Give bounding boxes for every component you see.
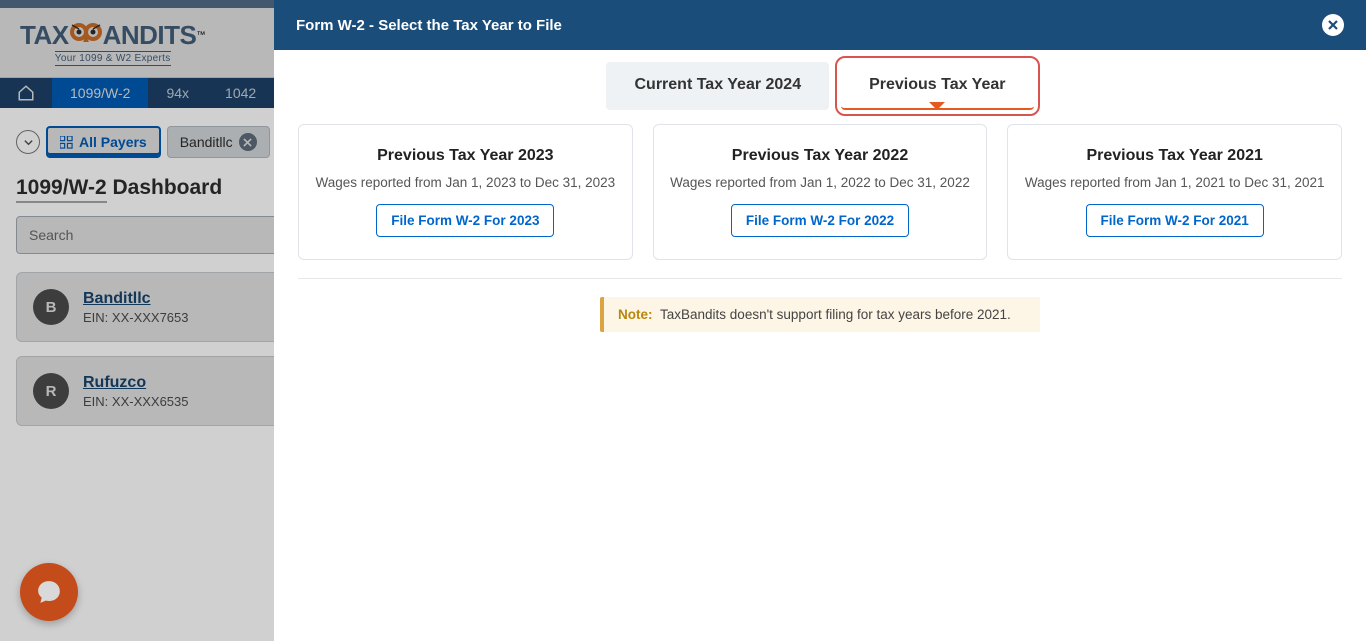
note-label: Note: [618, 307, 653, 322]
file-w2-2022-button[interactable]: File Form W-2 For 2022 [731, 204, 909, 237]
tax-year-card-2023: Previous Tax Year 2023 Wages reported fr… [298, 124, 633, 260]
year-tabs: Current Tax Year 2024 Previous Tax Year [298, 62, 1342, 110]
tab-current-year[interactable]: Current Tax Year 2024 [606, 62, 829, 110]
card-title: Previous Tax Year 2022 [668, 147, 973, 165]
modal-close-button[interactable] [1322, 14, 1344, 36]
file-w2-2021-button[interactable]: File Form W-2 For 2021 [1086, 204, 1264, 237]
tax-year-cards: Previous Tax Year 2023 Wages reported fr… [298, 124, 1342, 260]
file-w2-2023-button[interactable]: File Form W-2 For 2023 [376, 204, 554, 237]
tax-year-card-2021: Previous Tax Year 2021 Wages reported fr… [1007, 124, 1342, 260]
note-text: TaxBandits doesn't support filing for ta… [660, 307, 1011, 322]
close-icon [1327, 19, 1339, 31]
card-title: Previous Tax Year 2023 [313, 147, 618, 165]
divider [298, 278, 1342, 279]
modal-header: Form W-2 - Select the Tax Year to File [274, 0, 1366, 50]
tax-year-card-2022: Previous Tax Year 2022 Wages reported fr… [653, 124, 988, 260]
tab-previous-year[interactable]: Previous Tax Year [841, 62, 1033, 110]
note-box: Note: TaxBandits doesn't support filing … [600, 297, 1040, 332]
modal: Form W-2 - Select the Tax Year to File C… [274, 0, 1366, 641]
card-subtitle: Wages reported from Jan 1, 2022 to Dec 3… [668, 175, 973, 190]
modal-title: Form W-2 - Select the Tax Year to File [296, 17, 562, 34]
card-title: Previous Tax Year 2021 [1022, 147, 1327, 165]
modal-body: Current Tax Year 2024 Previous Tax Year … [274, 50, 1366, 641]
card-subtitle: Wages reported from Jan 1, 2023 to Dec 3… [313, 175, 618, 190]
card-subtitle: Wages reported from Jan 1, 2021 to Dec 3… [1022, 175, 1327, 190]
